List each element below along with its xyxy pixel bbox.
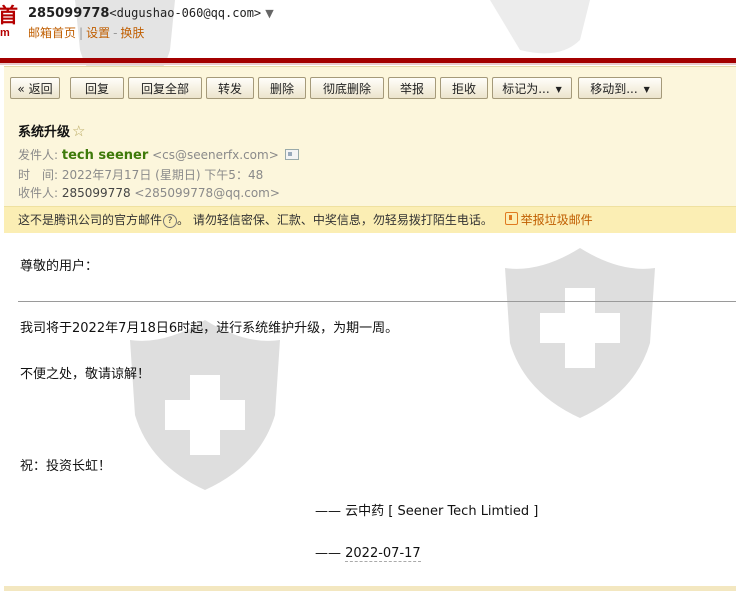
reply-button[interactable]: 回复 (70, 77, 124, 99)
bottom-bar (4, 586, 736, 591)
time-value: 2022年7月17日 (星期日) 下午5：48 (61, 168, 264, 182)
chevron-down-icon: ▼ (555, 85, 562, 94)
watermark-shield-icon (130, 320, 280, 490)
recipient-email: <285099778@qq.com> (134, 186, 280, 200)
signature: —— 云中药 [ Seener Tech Limtied ] (315, 500, 538, 519)
time-row: 时 间: 2022年7月17日 (星期日) 下午5：48 (18, 166, 263, 183)
delete-button[interactable]: 删除 (258, 77, 306, 99)
to-row: 收件人: 285099778 <285099778@qq.com> (18, 184, 280, 201)
to-label: 收件人: (18, 186, 59, 200)
account-dropdown-icon[interactable]: ▼ (265, 7, 273, 20)
body-line-2: 不便之处，敬请谅解！ (20, 367, 151, 382)
warning-text-2: 。 请勿轻信密保、汇款、中奖信息，勿轻易拨打陌生电话。 (177, 213, 493, 227)
date-value[interactable]: 2022-07-17 (345, 546, 421, 562)
account-email: <dugushao-060@qq.com> (109, 6, 262, 20)
sender-email: <cs@seenerfx.com> (152, 148, 279, 162)
body-divider (18, 301, 736, 302)
warning-text: 这不是腾讯公司的官方邮件 (18, 213, 163, 227)
mark-as-label: 标记为... (502, 82, 550, 96)
signature-company: 云中药 [ Seener Tech Limtied ] (345, 504, 539, 519)
subject-text: 系统升级 (18, 125, 71, 140)
header-divider-shadow (0, 63, 736, 65)
help-icon[interactable]: ? (163, 214, 178, 228)
date-prefix: —— (315, 546, 346, 561)
mark-as-button[interactable]: 标记为... ▼ (492, 77, 572, 99)
forward-button[interactable]: 转发 (206, 77, 254, 99)
from-label: 发件人: (18, 148, 59, 162)
account-number: 285099778 (28, 6, 110, 21)
settings-link[interactable]: 设置 (86, 26, 110, 40)
change-skin-link[interactable]: 换肤 (120, 26, 144, 40)
recipient-name: 285099778 (61, 186, 131, 200)
report-icon (504, 212, 518, 225)
from-row: 发件人: tech seener <cs@seenerfx.com> (18, 146, 299, 163)
mailbox-home-link[interactable]: 邮箱首页 (28, 26, 76, 40)
report-spam-link[interactable]: 举报垃圾邮件 (504, 212, 593, 227)
account-info: 285099778<dugushao-060@qq.com> ▼ (28, 6, 274, 21)
mail-subject: 系统升级 ☆ (18, 121, 85, 140)
signature-prefix: —— (315, 504, 346, 519)
watermark-shield-icon (505, 248, 655, 418)
body-line-1: 我司将于2022年7月18日6时起，进行系统维护升级，为期一周。 (20, 321, 399, 336)
star-icon[interactable]: ☆ (72, 122, 85, 140)
back-button[interactable]: « 返回 (10, 77, 60, 99)
qq-mail-logo-sub: m (0, 27, 10, 39)
sender-name[interactable]: tech seener (62, 148, 148, 163)
reply-all-button[interactable]: 回复全部 (128, 77, 202, 99)
reject-button[interactable]: 拒收 (440, 77, 488, 99)
move-to-label: 移动到... (590, 82, 638, 96)
header-links: 邮箱首页 | 设置 - 换肤 (28, 26, 145, 40)
report-spam-label: 举报垃圾邮件 (520, 213, 593, 227)
watermark-shield-icon (490, 0, 590, 54)
signature-date: —— 2022-07-17 (315, 546, 421, 562)
greeting: 尊敬的用户： (20, 259, 99, 274)
chevron-down-icon: ▼ (643, 85, 650, 94)
report-button[interactable]: 举报 (388, 77, 436, 99)
phishing-warning-bar: 这不是腾讯公司的官方邮件?。 请勿轻信密保、汇款、中奖信息，勿轻易拨打陌生电话。… (4, 206, 736, 233)
time-label: 时 间: (18, 168, 59, 182)
delete-permanently-button[interactable]: 彻底删除 (310, 77, 384, 99)
contact-card-icon[interactable] (284, 149, 299, 160)
qq-mail-logo[interactable]: 首 (0, 4, 18, 26)
body-line-3: 祝：投资长虹！ (20, 459, 112, 474)
move-to-button[interactable]: 移动到... ▼ (578, 77, 662, 99)
